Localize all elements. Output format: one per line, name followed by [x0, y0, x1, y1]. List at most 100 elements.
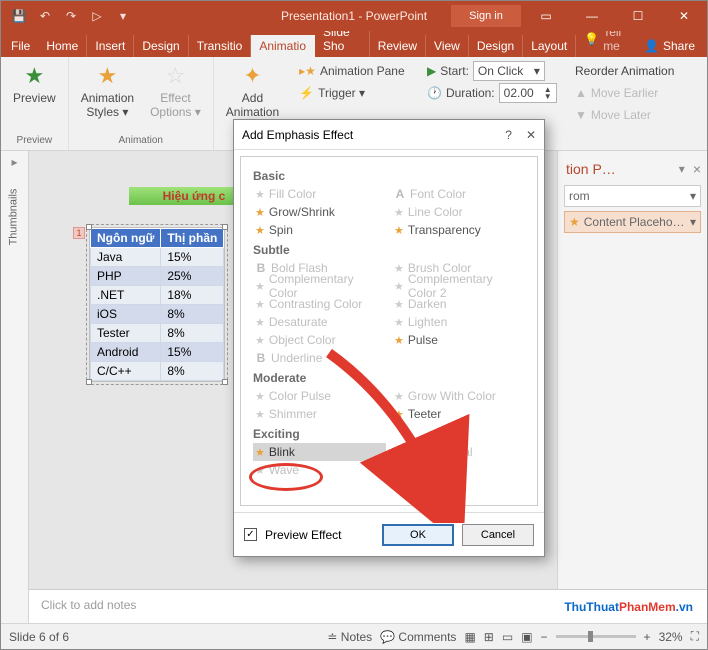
zoom-out-icon[interactable]: − [541, 630, 548, 644]
star-gold-icon: ★ [255, 446, 265, 459]
view-reading-icon[interactable]: ▭ [502, 630, 513, 644]
pane-close-icon[interactable]: × [693, 161, 701, 177]
notes-toggle[interactable]: ≐ Notes [327, 630, 372, 644]
star-grey-icon: ★ [394, 298, 404, 311]
content-table[interactable]: Ngôn ngữThị phần Java15% PHP25% .NET18% … [89, 227, 225, 382]
tab-transitions[interactable]: Transitio [189, 35, 252, 57]
ok-button[interactable]: OK [382, 524, 454, 546]
save-icon[interactable]: 💾 [7, 4, 31, 28]
play-from-button[interactable]: rom▾ [564, 185, 701, 207]
effect-empty [392, 461, 525, 479]
duration-label: Duration: [446, 86, 495, 100]
effect-transparency[interactable]: ★Transparency [392, 221, 525, 239]
animation-order-tag[interactable]: 1 [73, 227, 85, 239]
add-animation-button[interactable]: ✦Add Animation [222, 61, 283, 121]
anim-list-item[interactable]: ★Content Placehold…▾ [564, 211, 701, 233]
dialog-footer: ✓ Preview Effect OK Cancel [234, 512, 544, 556]
view-slideshow-icon[interactable]: ▣ [521, 630, 532, 644]
start-slideshow-icon[interactable]: ▷ [85, 4, 109, 28]
sign-in-button[interactable]: Sign in [451, 5, 521, 27]
duration-spinner[interactable]: 02.00▲▼ [499, 83, 557, 103]
tab-view[interactable]: View [426, 35, 469, 57]
effect-spin[interactable]: ★Spin [253, 221, 386, 239]
add-emphasis-dialog: Add Emphasis Effect ?✕ Basic ★Fill Color… [233, 119, 545, 557]
title-bar: 💾 ↶ ↷ ▷ ▾ Presentation1 - PowerPoint Sig… [1, 1, 707, 31]
effect-label: Lighten [408, 315, 447, 329]
star-grey-icon: ★ [255, 316, 265, 329]
qat-more-icon[interactable]: ▾ [111, 4, 135, 28]
undo-icon[interactable]: ↶ [33, 4, 57, 28]
tab-design-table[interactable]: Design [469, 35, 523, 57]
zoom-level[interactable]: 32% [659, 630, 683, 644]
effect-label: Contrasting Color [269, 297, 362, 311]
play-icon: ▶ [427, 64, 436, 78]
preview-button[interactable]: ★Preview [9, 61, 60, 107]
comments-toggle[interactable]: 💬 Comments [380, 630, 456, 644]
star-preview-icon: ★ [24, 63, 44, 89]
effect-options-button: ☆Effect Options ▾ [146, 61, 205, 121]
resize-handle-ne[interactable] [222, 224, 228, 230]
star-grey-icon: ★ [394, 316, 404, 329]
effect-complementary-color: ★Complementary Color [253, 277, 386, 295]
star-grey-icon: ★ [394, 206, 404, 219]
animation-styles-button[interactable]: ★Animation Styles ▾ [77, 61, 138, 121]
tab-insert[interactable]: Insert [87, 35, 134, 57]
resize-handle-nw[interactable] [86, 224, 92, 230]
effect-label: Fill Color [269, 187, 316, 201]
view-normal-icon[interactable]: ▦ [464, 630, 475, 644]
tab-layout[interactable]: Layout [523, 35, 576, 57]
star-grey-icon: ★ [255, 408, 265, 421]
effect-label: Bold Reveal [408, 445, 473, 459]
star-grey-icon: ★ [394, 390, 404, 403]
effect-blink[interactable]: ★Blink [253, 443, 386, 461]
cancel-button[interactable]: Cancel [462, 524, 534, 546]
tab-animations[interactable]: Animatio [251, 35, 315, 57]
star-plus-icon: ✦ [243, 63, 261, 89]
tab-home[interactable]: Home [38, 35, 87, 57]
group-label-animation: Animation [119, 135, 163, 146]
effect-darken: ★Darken [392, 295, 525, 313]
share-button[interactable]: 👤Share [634, 35, 705, 57]
tab-design[interactable]: Design [134, 35, 188, 57]
effect-pulse[interactable]: ★Pulse [392, 331, 525, 349]
thumbnail-rail[interactable]: ▸ Thumbnails [1, 151, 29, 623]
redo-icon[interactable]: ↷ [59, 4, 83, 28]
preview-effect-checkbox[interactable]: ✓ [244, 528, 257, 541]
bold-b-icon: B [255, 261, 267, 275]
dialog-help-icon[interactable]: ? [505, 128, 512, 142]
dialog-titlebar[interactable]: Add Emphasis Effect ?✕ [234, 120, 544, 150]
resize-handle-se[interactable] [222, 379, 228, 385]
resize-handle-sw[interactable] [86, 379, 92, 385]
effect-label: Grow With Color [408, 389, 496, 403]
slide-counter[interactable]: Slide 6 of 6 [9, 630, 69, 644]
effect-font-color: AFont Color [392, 185, 525, 203]
maximize-icon[interactable]: ☐ [615, 1, 661, 31]
selection-frame [86, 224, 228, 385]
watermark: ThuThuatPhanMem.vn [564, 591, 693, 617]
star-grey-icon: ★ [255, 298, 265, 311]
trigger-button[interactable]: Trigger ▾ [318, 86, 365, 100]
start-dropdown[interactable]: On Click▾ [473, 61, 545, 81]
star-gold-icon: ★ [394, 408, 404, 421]
effect-grow-shrink[interactable]: ★Grow/Shrink [253, 203, 386, 221]
zoom-in-icon[interactable]: + [644, 630, 651, 644]
effect-label: Color Pulse [269, 389, 331, 403]
thumb-collapse-icon[interactable]: ▸ [1, 151, 28, 169]
fit-window-icon[interactable]: ⛶ [691, 629, 699, 644]
close-icon[interactable]: ✕ [661, 1, 707, 31]
effect-empty [392, 349, 525, 367]
ribbon-reorder-section: Reorder Animation ▲ Move Earlier ▼ Move … [567, 57, 707, 150]
pane-dropdown-icon[interactable]: ▾ [679, 162, 685, 176]
view-sorter-icon[interactable]: ⊞ [484, 630, 494, 644]
animation-pane-button[interactable]: Animation Pane [320, 64, 405, 78]
effect-label: Wave [269, 463, 299, 477]
ribbon-options-icon[interactable]: ▭ [523, 1, 569, 31]
minimize-icon[interactable]: — [569, 1, 615, 31]
tab-file[interactable]: File [3, 35, 38, 57]
tab-review[interactable]: Review [370, 35, 426, 57]
zoom-slider[interactable] [556, 635, 636, 638]
effect-desaturate: ★Desaturate [253, 313, 386, 331]
dialog-close-icon[interactable]: ✕ [526, 128, 536, 142]
effect-teeter[interactable]: ★Teeter [392, 405, 525, 423]
effect-contrasting-color: ★ Contrasting Color [253, 295, 386, 313]
